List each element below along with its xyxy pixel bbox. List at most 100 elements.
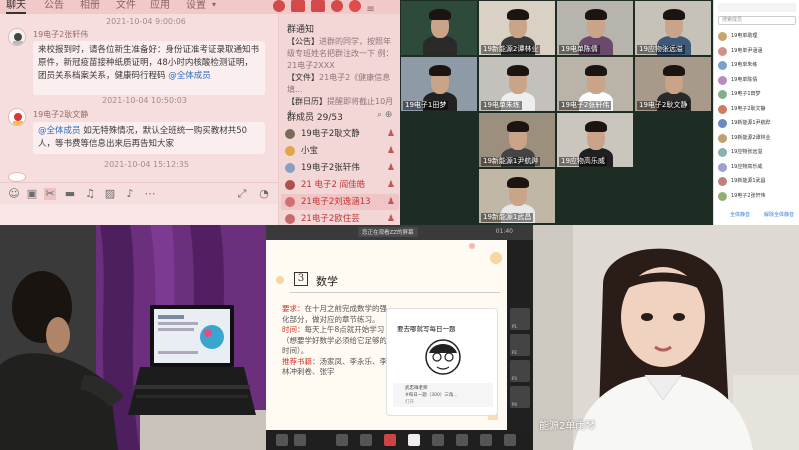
member-item[interactable]: 小宝 ♟: [281, 143, 399, 159]
chevron-down-icon[interactable]: ▾: [212, 0, 216, 9]
video-tile[interactable]: 19电子2耿文静: [635, 57, 711, 111]
message-list[interactable]: 2021-10-04 9:00:06 19电子2张轩伟 来校报到时，请各位新生准…: [0, 14, 278, 182]
participant-row[interactable]: 19电子2张轩伟: [718, 190, 798, 203]
video-tile[interactable]: 19新能源2谭林业: [479, 1, 555, 55]
video-tile[interactable]: 19电单朱练: [479, 57, 555, 111]
tab-announcement[interactable]: 公告: [44, 0, 64, 12]
message-bubble[interactable]: 来校报到时，请各位新生准备好：身份证准考证录取通知书原件，新冠疫苗接种纸质证明，…: [33, 41, 265, 95]
member-item[interactable]: 21 电子2 阎佳皓 ♟: [281, 177, 399, 193]
phone-icon[interactable]: [273, 0, 285, 12]
participant-name-label: 19电单陈倩: [559, 45, 600, 54]
avatar-icon[interactable]: [408, 434, 420, 446]
participant-search-input[interactable]: 搜索成员: [718, 16, 796, 25]
member-item[interactable]: 21电子2欧住芸 ♟: [281, 211, 399, 225]
member-count-title: 群成员 29/53: [287, 113, 343, 123]
share-status-banner[interactable]: 您正在观看ZZ的屏幕: [358, 227, 418, 237]
tab-chat[interactable]: 聊天: [6, 0, 26, 14]
participant-thumbnail[interactable]: P3: [510, 360, 530, 382]
participant-thumbnail[interactable]: P1: [510, 308, 530, 330]
add-icon[interactable]: [348, 0, 361, 12]
participant-row[interactable]: 19电单助理: [718, 30, 798, 43]
participant-row[interactable]: 19新能源2谭林业: [718, 132, 798, 145]
participant-thumbnail[interactable]: P4: [510, 386, 530, 408]
apps-icon[interactable]: [504, 434, 516, 446]
mention-all-link[interactable]: @全体成员: [168, 71, 211, 81]
participant-row[interactable]: 19应物张远溢: [718, 146, 798, 159]
tab-album[interactable]: 相册: [80, 0, 100, 12]
share-screen-icon[interactable]: [432, 434, 444, 446]
participant-row[interactable]: 19电子1田梦: [718, 88, 798, 101]
gif-icon[interactable]: ▣: [26, 188, 38, 200]
camera-icon[interactable]: [294, 434, 306, 446]
participant-panel-header: [718, 3, 796, 12]
search-icon[interactable]: ⌕: [377, 110, 382, 120]
participant-name: 19电单尹涵涵: [731, 47, 763, 54]
participant-row[interactable]: 19电子2耿文静: [718, 103, 798, 116]
screen-share-icon[interactable]: [310, 0, 325, 12]
more-dots-icon[interactable]: ⋯: [144, 188, 156, 200]
group-icon[interactable]: [330, 0, 343, 12]
avatar[interactable]: [8, 172, 26, 182]
participant-row[interactable]: 19应物高乐威: [718, 161, 798, 174]
avatar: [718, 32, 727, 41]
participants-icon[interactable]: [360, 434, 372, 446]
avatar: [718, 177, 727, 186]
group-notice-body[interactable]: 【公告】进群的同学，按照年级专班姓名把群注改一下 例：21电子2XXX 【文件】…: [287, 36, 397, 120]
video-tile[interactable]: 19新能源1尹航跸: [479, 113, 555, 167]
tab-files[interactable]: 文件: [116, 0, 136, 12]
mute-all-button[interactable]: 全体静音: [730, 211, 750, 218]
participant-name-label: 19应物高乐威: [559, 157, 607, 166]
video-tile[interactable]: 19电子1田梦: [401, 57, 477, 111]
mention-all-link[interactable]: @全体成员: [38, 126, 81, 136]
member-name: 19电子2耿文静: [301, 129, 360, 139]
security-icon[interactable]: [336, 434, 348, 446]
member-item[interactable]: 19电子2耿文静 ♟: [281, 126, 399, 142]
video-tile[interactable]: 19电单陈倩: [557, 1, 633, 55]
avatar: [718, 148, 727, 157]
slide-item-label: 推荐书籍：: [282, 356, 320, 366]
expand-icon[interactable]: ⤢: [236, 188, 248, 200]
avatar: [718, 119, 727, 128]
participant-row[interactable]: 19电单尹涵涵: [718, 45, 798, 58]
slide-title: 数学: [316, 275, 338, 288]
video-tile[interactable]: 19新能源1武昌: [479, 169, 555, 223]
participant-name-label: 19电子1田梦: [403, 101, 449, 110]
person-hair: [585, 8, 607, 21]
avatar[interactable]: [8, 28, 26, 46]
video-call-icon[interactable]: [290, 0, 305, 12]
mic-icon[interactable]: [276, 434, 288, 446]
invite-icon[interactable]: ⊕: [385, 110, 393, 120]
participant-row[interactable]: 19电单朱练: [718, 59, 798, 72]
chat-icon[interactable]: [384, 434, 396, 446]
emoji-icon[interactable]: ☺: [8, 188, 20, 200]
member-item[interactable]: 21电子2刘逸涵13 ♟: [281, 194, 399, 210]
video-tile[interactable]: [401, 1, 477, 55]
unmute-all-button[interactable]: 解除全体静音: [764, 211, 794, 218]
video-tile[interactable]: 19电子2张轩伟: [557, 57, 633, 111]
video-tile[interactable]: 19应物张远溢: [635, 1, 711, 55]
tab-apps[interactable]: 应用: [150, 0, 170, 12]
mic-icon[interactable]: ♪: [124, 188, 136, 200]
message-bubble[interactable]: @全体成员 如无特殊情况，默认全班统一购买教材共50人，等书费等信息出来后再告知…: [33, 122, 265, 154]
record-icon[interactable]: [456, 434, 468, 446]
video-tile[interactable]: 19应物高乐威: [557, 113, 633, 167]
scissors-icon[interactable]: ✂: [44, 188, 56, 200]
member-item[interactable]: 19电子2张轩伟 ♟: [281, 160, 399, 176]
tab-settings[interactable]: 设置: [186, 0, 206, 12]
participant-row[interactable]: 19电单陈倩: [718, 74, 798, 87]
participant-row[interactable]: 19新能源1武昌: [718, 175, 798, 188]
reactions-icon[interactable]: [480, 434, 492, 446]
mini-program-open-link[interactable]: 打开: [405, 399, 414, 405]
mini-program-card[interactable]: 要去哪就写每日一题 武忠祥老师 #每日一题（300）三角... 打开: [386, 308, 498, 416]
presentation-slide: 3 数学 要求：在十月之前完成数学的强化部分，做对应的章节练习。 时间：每天上午…: [266, 240, 507, 430]
message-input[interactable]: [0, 204, 278, 225]
avatar[interactable]: [8, 108, 26, 126]
member-name: 19电子2张轩伟: [301, 163, 360, 173]
participant-row[interactable]: 19新能源1尹航跸: [718, 117, 798, 130]
folder-icon[interactable]: ▬: [64, 188, 76, 200]
image-icon[interactable]: ▨: [104, 188, 116, 200]
avatar: [718, 46, 727, 56]
history-icon[interactable]: ◔: [258, 188, 270, 200]
music-icon[interactable]: ♫: [84, 188, 96, 200]
participant-thumbnail[interactable]: P2: [510, 334, 530, 356]
